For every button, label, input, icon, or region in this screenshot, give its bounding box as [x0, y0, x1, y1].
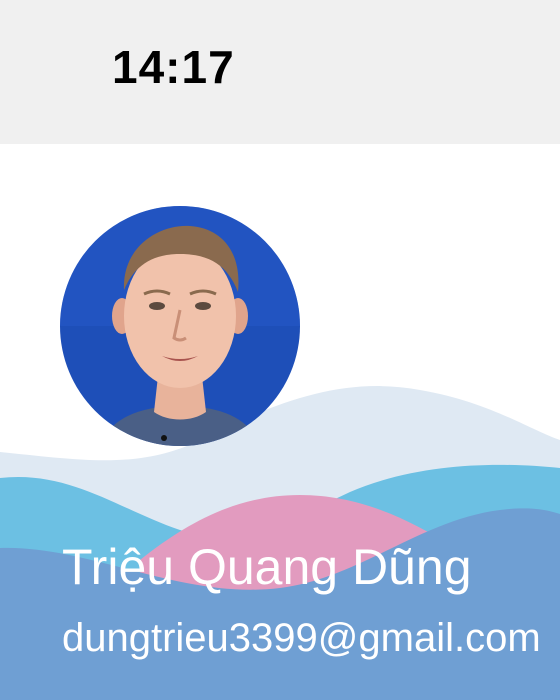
profile-photo-icon [60, 206, 300, 446]
profile-email: dungtrieu3399@gmail.com [62, 616, 541, 660]
avatar[interactable] [60, 206, 300, 446]
profile-screen: 14:17 Triệu Quang Dũng dungtrieu3399@gma… [0, 0, 560, 700]
profile-name: Triệu Quang Dũng [62, 539, 472, 595]
